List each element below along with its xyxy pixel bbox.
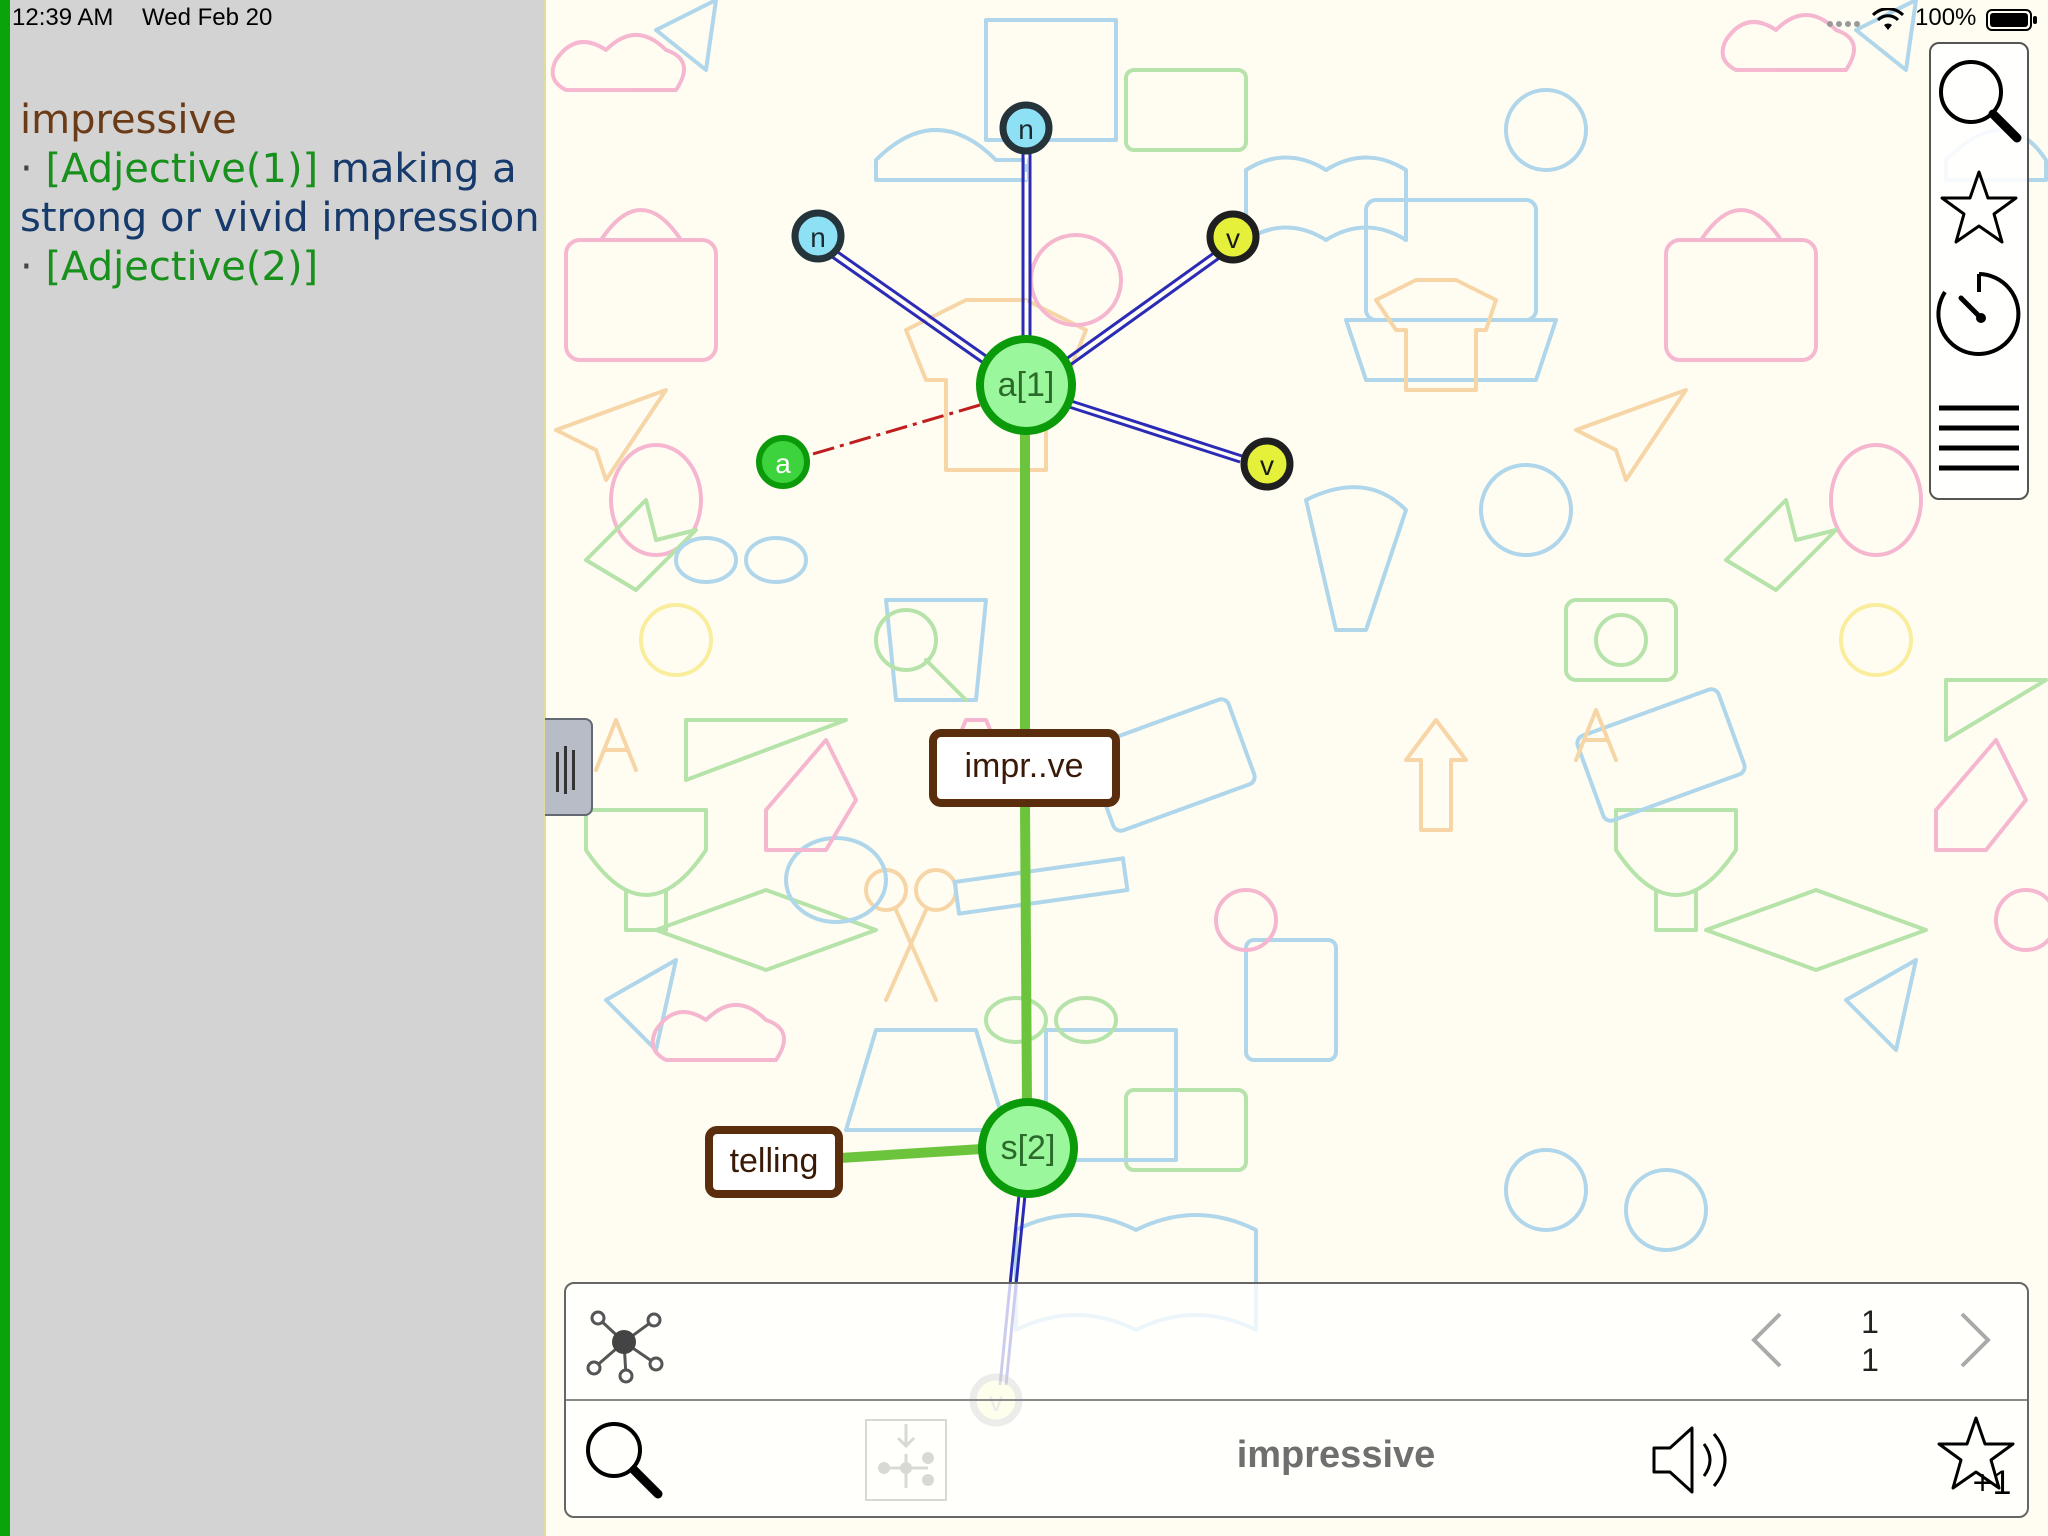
edge-a1-v-upper: [1061, 248, 1223, 370]
status-date: Wed Feb 20: [142, 4, 273, 31]
node-s2-label: s[2]: [1001, 1129, 1056, 1167]
toolbar-timer-button[interactable]: [1931, 262, 2027, 362]
entry-pos-tag[interactable]: [Adjective(1)]: [45, 146, 318, 192]
node-n-top-label: n: [1018, 114, 1034, 145]
page-total: 1: [1861, 1342, 1879, 1378]
node-a-left[interactable]: a: [756, 435, 810, 489]
node-a1-label: a[1]: [998, 366, 1055, 404]
current-word-label: impressive: [1236, 1434, 1436, 1476]
node-v-upper[interactable]: v: [1206, 210, 1260, 264]
speaker-icon[interactable]: [1648, 1420, 1738, 1500]
word-box-telling[interactable]: telling: [705, 1126, 843, 1198]
node-n-top[interactable]: n: [999, 101, 1053, 155]
edge-a1-a-left: [805, 403, 981, 458]
star-icon: [1940, 170, 2018, 244]
star-plus-badge: +1: [1973, 1464, 2012, 1502]
cellular-dots-icon: [1827, 21, 1860, 27]
word-box-impressive[interactable]: impr..ve: [929, 729, 1120, 807]
word-box-telling-label: telling: [730, 1142, 819, 1180]
entry-bullet: ·: [20, 244, 33, 290]
graph-network-icon[interactable]: [578, 1296, 668, 1386]
word-box-impressive-label: impr..ve: [964, 747, 1083, 785]
toolbar-search-button[interactable]: [1931, 50, 2027, 150]
bottom-panel: 1 1 impressive +1: [564, 1282, 2029, 1518]
next-page-chevron-icon[interactable]: [1952, 1308, 1996, 1372]
edge-a1-n-left: [827, 246, 987, 364]
toolbar-menu-button[interactable]: [1931, 396, 2027, 496]
battery-icon: [1986, 9, 2037, 31]
wifi-icon: [1872, 8, 1904, 30]
edge-word-s2: [1020, 802, 1032, 1106]
battery-percent: 100%: [1915, 4, 1977, 31]
node-v-upper-label: v: [1226, 223, 1240, 254]
tree-add-icon[interactable]: [864, 1418, 948, 1502]
search-icon: [1939, 60, 2022, 143]
definition-text: impressive · [Adjective(1)] making a str…: [20, 96, 540, 292]
node-n-left[interactable]: n: [791, 209, 845, 263]
bottom-panel-separator: [566, 1399, 2027, 1401]
page-current: 1: [1861, 1304, 1879, 1340]
menu-icon: [1939, 405, 2019, 471]
left-edge-accent: [0, 0, 10, 1536]
node-n-left-label: n: [810, 222, 826, 253]
edge-a1-n-top: [1021, 150, 1032, 340]
edge-a1-v-right: [1065, 398, 1243, 464]
search-icon[interactable]: [580, 1416, 666, 1502]
entry-pos-tag[interactable]: [Adjective(2)]: [45, 244, 318, 290]
edge-telling-s2: [839, 1144, 983, 1163]
node-v-right[interactable]: v: [1240, 437, 1294, 491]
toolbar-favorites-button[interactable]: [1931, 156, 2027, 256]
definition-entry: · [Adjective(1)] making a strong or vivi…: [20, 145, 540, 243]
panel-resize-handle[interactable]: [545, 718, 593, 816]
entry-bullet: ·: [20, 146, 33, 192]
node-a1[interactable]: a[1]: [976, 335, 1076, 435]
node-s2[interactable]: s[2]: [978, 1098, 1078, 1198]
previous-page-chevron-icon[interactable]: [1746, 1308, 1790, 1372]
node-a-left-label: a: [775, 448, 791, 479]
node-v-right-label: v: [1260, 450, 1274, 481]
star-plus-icon[interactable]: +1: [1930, 1410, 2022, 1502]
status-time: 12:39 AM: [12, 4, 114, 31]
timer-icon: [1936, 272, 2021, 356]
right-toolbar: [1929, 42, 2029, 500]
definition-entry: · [Adjective(2)]: [20, 243, 540, 292]
definition-word: impressive: [20, 97, 237, 143]
